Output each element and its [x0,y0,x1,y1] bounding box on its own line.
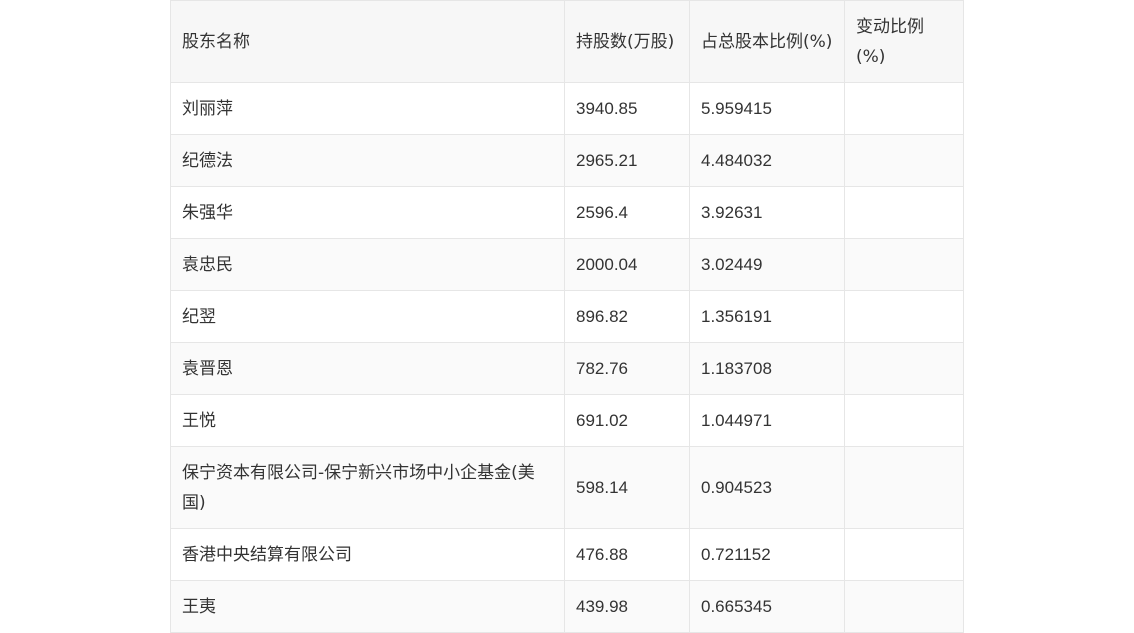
table-row: 朱强华 2596.4 3.92631 [170,186,964,239]
cell-change [844,134,964,187]
cell-name: 保宁资本有限公司-保宁新兴市场中小企基金(美国) [170,446,565,529]
header-share-ratio: 占总股本比例(%) [689,0,845,83]
cell-name: 袁忠民 [170,238,565,291]
cell-shares: 896.82 [564,290,690,343]
table-header-row: 股东名称 持股数(万股) 占总股本比例(%) 变动比例(%) [170,0,964,83]
cell-name: 朱强华 [170,186,565,239]
table-row: 王夷 439.98 0.665345 [170,580,964,633]
cell-ratio: 3.02449 [689,238,845,291]
table-row: 纪翌 896.82 1.356191 [170,290,964,343]
table-row: 保宁资本有限公司-保宁新兴市场中小企基金(美国) 598.14 0.904523 [170,446,964,529]
cell-name: 袁晋恩 [170,342,565,395]
cell-ratio: 3.92631 [689,186,845,239]
cell-shares: 439.98 [564,580,690,633]
cell-change [844,186,964,239]
header-shares-held: 持股数(万股) [564,0,690,83]
header-shareholder-name: 股东名称 [170,0,565,83]
header-change-ratio: 变动比例(%) [844,0,964,83]
cell-ratio: 1.356191 [689,290,845,343]
cell-name: 王夷 [170,580,565,633]
cell-change [844,290,964,343]
cell-change [844,342,964,395]
cell-change [844,446,964,529]
cell-shares: 782.76 [564,342,690,395]
cell-ratio: 4.484032 [689,134,845,187]
cell-ratio: 5.959415 [689,82,845,135]
cell-name: 纪翌 [170,290,565,343]
shareholders-table: 股东名称 持股数(万股) 占总股本比例(%) 变动比例(%) 刘丽萍 3940.… [170,0,964,633]
cell-ratio: 0.721152 [689,528,845,581]
cell-shares: 2000.04 [564,238,690,291]
cell-change [844,580,964,633]
cell-name: 纪德法 [170,134,565,187]
cell-shares: 2965.21 [564,134,690,187]
table-row: 香港中央结算有限公司 476.88 0.721152 [170,528,964,581]
cell-change [844,82,964,135]
cell-name: 香港中央结算有限公司 [170,528,565,581]
table-row: 纪德法 2965.21 4.484032 [170,134,964,187]
cell-name: 王悦 [170,394,565,447]
cell-shares: 598.14 [564,446,690,529]
cell-change [844,394,964,447]
cell-ratio: 0.665345 [689,580,845,633]
cell-shares: 3940.85 [564,82,690,135]
table-row: 袁忠民 2000.04 3.02449 [170,238,964,291]
cell-ratio: 1.183708 [689,342,845,395]
cell-shares: 2596.4 [564,186,690,239]
table-row: 袁晋恩 782.76 1.183708 [170,342,964,395]
cell-change [844,528,964,581]
table-row: 刘丽萍 3940.85 5.959415 [170,82,964,135]
cell-change [844,238,964,291]
cell-ratio: 1.044971 [689,394,845,447]
cell-name: 刘丽萍 [170,82,565,135]
cell-ratio: 0.904523 [689,446,845,529]
cell-shares: 691.02 [564,394,690,447]
table-row: 王悦 691.02 1.044971 [170,394,964,447]
cell-shares: 476.88 [564,528,690,581]
